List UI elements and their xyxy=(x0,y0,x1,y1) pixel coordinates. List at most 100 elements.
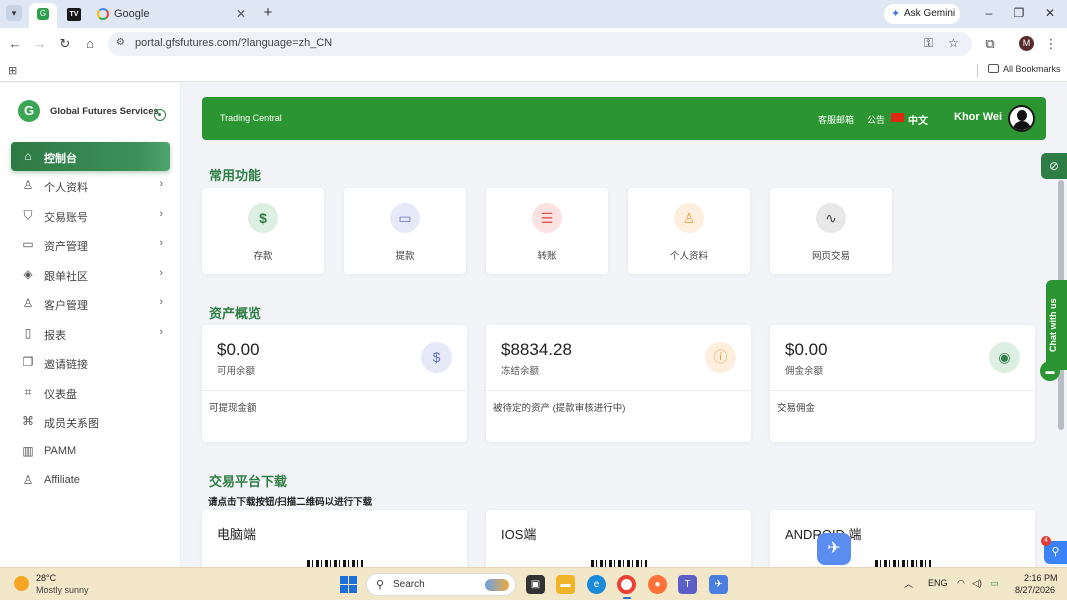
bookmark-star-icon[interactable]: ☆ xyxy=(948,36,959,50)
clock-date[interactable]: 8/27/2026 xyxy=(1015,585,1055,595)
apps-grid-icon[interactable]: ⊞ xyxy=(8,64,17,77)
language-selector[interactable]: 中文 xyxy=(908,112,928,127)
gemini-spark-icon: ✦ xyxy=(891,8,901,20)
avatar[interactable] xyxy=(1008,105,1035,132)
sidebar-toggle-icon[interactable] xyxy=(154,109,166,121)
battery-icon[interactable]: ▭ xyxy=(990,578,999,589)
more-menu-icon[interactable]: ⋮ xyxy=(1043,36,1059,52)
announcement-link[interactable]: 公告 xyxy=(867,113,885,126)
sidebar-item-pamm[interactable]: ▥ PAMM xyxy=(11,437,170,466)
bookmarks-bar: ⊞ All Bookmarks xyxy=(0,60,1067,82)
weather-temperature[interactable]: 28°C xyxy=(36,573,56,583)
wifi-icon[interactable]: ◠ xyxy=(957,578,965,589)
windows-start-icon[interactable] xyxy=(340,576,357,593)
chat-with-us-tab[interactable]: Chat with us xyxy=(1046,280,1067,370)
sidebar: G Global Futures Services ⌂ 控制台 ♙ 个人资料 ›… xyxy=(0,83,181,567)
quick-action-label: 个人资料 xyxy=(669,251,708,262)
sidebar-item-client-management[interactable]: ♙ 客户管理 › xyxy=(11,289,170,318)
profile-avatar[interactable]: M xyxy=(1019,36,1034,51)
side-compass-icon[interactable]: ⊘ xyxy=(1041,153,1067,179)
withdraw-card[interactable]: ▭ 提款 xyxy=(344,188,466,274)
close-tab-icon[interactable]: ✕ xyxy=(236,3,246,26)
reload-icon[interactable]: ↻ xyxy=(57,36,73,52)
restore-icon[interactable]: ❐ xyxy=(1012,5,1026,21)
sidebar-item-member-relations[interactable]: ⌘ 成员关系图 xyxy=(11,407,170,436)
firefox-icon[interactable]: ● xyxy=(648,575,667,594)
gfs-logo-icon: G xyxy=(18,100,40,122)
tab-tradingview[interactable]: TV xyxy=(60,3,88,28)
sidebar-item-label: 邀请链接 xyxy=(44,359,88,371)
available-balance-note: 可提现金额 xyxy=(209,403,257,414)
sidebar-item-asset-management[interactable]: ▭ 资产管理 › xyxy=(11,230,170,259)
sidebar-item-copy-trading[interactable]: ◈ 跟单社区 › xyxy=(11,260,170,289)
windows-taskbar: 28°C Mostly sunny ⚲ Search ▣ ▬ e ● T ✈ ︿… xyxy=(0,567,1067,600)
ask-gemini-button[interactable]: ✦ Ask Gemini xyxy=(884,4,960,24)
address-bar[interactable]: ⚙ portal.gfsfutures.com/?language=zh_CN … xyxy=(108,32,972,56)
tab-google[interactable]: Google ✕ xyxy=(92,3,252,28)
task-view-icon[interactable]: ▣ xyxy=(526,575,545,594)
password-key-icon[interactable]: ⚿ xyxy=(924,36,933,51)
web-trading-card[interactable]: ∿ 网页交易 xyxy=(770,188,892,274)
site-info-icon[interactable]: ⚙ xyxy=(116,37,125,48)
chrome-active-indicator xyxy=(623,597,631,599)
tray-overflow-icon[interactable]: ︿ xyxy=(904,577,913,590)
transfer-card[interactable]: ☰ 转账 xyxy=(486,188,608,274)
all-bookmarks-button[interactable]: All Bookmarks xyxy=(988,64,1061,74)
bookmarks-divider xyxy=(977,64,978,78)
card-divider xyxy=(486,390,751,391)
minimize-icon[interactable]: – xyxy=(982,5,996,21)
tab-search-icon[interactable]: ▾ xyxy=(6,5,22,21)
tab-gfs[interactable]: G xyxy=(29,3,57,28)
sidebar-item-affiliate[interactable]: ♙ Affiliate xyxy=(11,466,170,495)
taskbar-search[interactable]: ⚲ Search xyxy=(366,573,516,596)
activity-icon: ∿ xyxy=(816,203,846,233)
forward-icon[interactable]: → xyxy=(32,36,48,52)
username[interactable]: Khor Wei xyxy=(954,111,1002,123)
sidebar-item-label: Affiliate xyxy=(44,474,80,486)
input-language[interactable]: ENG xyxy=(928,578,948,588)
notification-badge: 4 xyxy=(1041,536,1051,546)
china-flag-icon[interactable] xyxy=(891,113,904,122)
sidebar-item-label: 报表 xyxy=(44,330,66,342)
platform-label: IOS端 xyxy=(501,527,537,542)
window-close-icon[interactable]: ✕ xyxy=(1043,5,1057,21)
sidebar-item-dashboard-panel[interactable]: ⌗ 仪表盘 xyxy=(11,378,170,407)
deposit-card[interactable]: $ 存款 xyxy=(202,188,324,274)
dollar-icon: $ xyxy=(421,342,452,373)
all-bookmarks-label: All Bookmarks xyxy=(1003,64,1061,74)
url-text[interactable]: portal.gfsfutures.com/?language=zh_CN xyxy=(135,37,332,49)
quick-actions-title: 常用功能 xyxy=(209,168,262,183)
back-icon[interactable]: ← xyxy=(7,36,23,52)
sidebar-item-label: PAMM xyxy=(44,445,77,457)
users-icon: ♙ xyxy=(22,473,34,487)
available-balance-label: 可用余额 xyxy=(217,366,256,377)
dove-taskbar-icon[interactable]: ✈ xyxy=(709,575,728,594)
chrome-icon[interactable] xyxy=(617,575,636,594)
sidebar-item-profile[interactable]: ♙ 个人资料 › xyxy=(11,171,170,200)
browser-tab-bar: ▾ G TV Google ✕ + ✦ Ask Gemini – ❐ ✕ xyxy=(0,0,1067,28)
clock-time[interactable]: 2:16 PM xyxy=(1024,573,1058,583)
commission-balance-card: $0.00 佣金余额 ◉ 交易佣金 xyxy=(770,325,1035,442)
new-tab-button[interactable]: + xyxy=(260,3,276,23)
profile-card[interactable]: ♙ 个人资料 xyxy=(628,188,750,274)
sidebar-item-reports[interactable]: ▯ 报表 › xyxy=(11,319,170,348)
dove-app-icon[interactable]: ✈ xyxy=(817,533,851,565)
search-label: Search xyxy=(393,579,425,590)
sidebar-item-dashboard[interactable]: ⌂ 控制台 xyxy=(11,142,170,171)
credit-card-icon: ▭ xyxy=(22,237,34,251)
sidebar-item-invite-link[interactable]: ❐ 邀请链接 xyxy=(11,348,170,377)
sun-icon[interactable] xyxy=(14,576,29,591)
book-icon: ▯ xyxy=(24,326,32,340)
sidebar-item-trading-accounts[interactable]: ⛉ 交易账号 › xyxy=(11,201,170,230)
tab-title: Google xyxy=(114,8,150,20)
chat-bubble-icon[interactable]: ▬ xyxy=(1040,361,1060,381)
weather-description[interactable]: Mostly sunny xyxy=(36,585,89,595)
file-explorer-icon[interactable]: ▬ xyxy=(556,575,575,594)
edge-icon[interactable]: e xyxy=(587,575,606,594)
header-title[interactable]: Trading Central xyxy=(220,113,282,123)
teams-icon[interactable]: T xyxy=(678,575,697,594)
volume-icon[interactable]: ◁) xyxy=(972,578,982,589)
extensions-icon[interactable]: ⧉ xyxy=(982,36,998,52)
home-icon[interactable]: ⌂ xyxy=(82,36,98,52)
support-email-link[interactable]: 客服邮箱 xyxy=(818,113,854,126)
